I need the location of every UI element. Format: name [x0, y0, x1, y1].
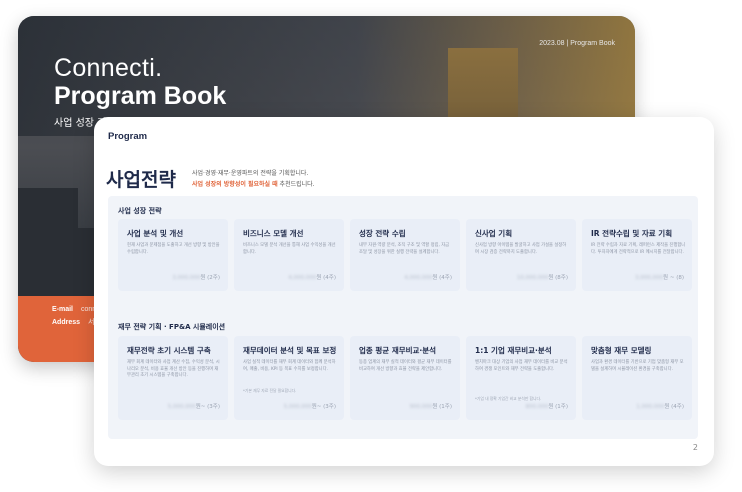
service-card-title: 업종 평균 재무비교·분석 — [359, 346, 437, 355]
cover-title-line2: Program Book — [54, 82, 227, 110]
service-card[interactable]: IR 전략수립 및 자료 기획 IR 전략 수립과 자료 기획, 레퍼런스 제작… — [582, 219, 692, 291]
finance-cards: 재무전략 초기 시스템 구축 재무 회계 데이터와 사업 계산 수집, 수익성 … — [118, 336, 692, 420]
service-card-title: 맞춤형 재무 모델링 — [591, 346, 652, 355]
service-card[interactable]: 성장 전략 수립 내부 자원·역량 분석, 조직 구조 및 역할 정립, 자금 … — [350, 219, 460, 291]
cover-title-line1: Connecti. — [54, 54, 163, 82]
service-card-title: IR 전략수립 및 자료 기획 — [591, 229, 673, 238]
service-card[interactable]: 신사업 기획 신사업 방향 아이템을 발굴하고 사업 가설을 설정하며 시장 검… — [466, 219, 576, 291]
service-card-price: 5,000,000원~ (3주) — [283, 404, 336, 410]
service-card-desc: 벤치마크 대상 기업의 사업 재무 데이터를 비교 분석하여 경쟁 포인트와 재… — [475, 360, 568, 372]
service-card-title: 신사업 기획 — [475, 229, 513, 238]
page-header: Program — [108, 131, 148, 142]
service-card-price: 900,000원 (1주) — [409, 404, 452, 410]
service-card-price: 3,000,000원 ~ (8) — [635, 275, 684, 281]
service-card-desc: 현재 사업과 문제점을 도출하고 개선 방향 및 방안을 수립합니다. — [127, 243, 220, 255]
service-card[interactable]: 맞춤형 재무 모델링 사업과 환경 데이터를 기반으로 기업 맞춤형 재무 모델… — [582, 336, 692, 420]
service-card[interactable]: 비즈니스 모델 개선 비즈니스 모델 분석 개선을 통해 사업 수익성을 개선합… — [234, 219, 344, 291]
page-number: 2 — [692, 443, 698, 452]
page-title: 사업전략 — [106, 169, 176, 191]
service-card-title: 비즈니스 모델 개선 — [243, 229, 304, 238]
service-card[interactable]: 1:1 기업 재무비교·분석 벤치마크 대상 기업의 사업 재무 데이터를 비교… — [466, 336, 576, 420]
section-title-growth: 사업 성장 전략 — [118, 207, 162, 215]
section-title-finance: 재무 전략 기획 · FP&A 시뮬레이션 — [118, 323, 226, 331]
service-card-desc: 사업 실적 데이터를 재무 회계 데이터와 함께 분석하여, 매출, 비용, K… — [243, 360, 336, 372]
service-card-price: 1,000,000원 (4주) — [636, 404, 684, 410]
service-card[interactable]: 사업 분석 및 개선 현재 사업과 문제점을 도출하고 개선 방향 및 방안을 … — [118, 219, 228, 291]
service-card-desc: 재무 회계 데이터와 사업 계산 수집, 수익성 분석, 시나리오 분석, 비용… — [127, 360, 220, 378]
service-card[interactable]: 재무전략 초기 시스템 구축 재무 회계 데이터와 사업 계산 수집, 수익성 … — [118, 336, 228, 420]
growth-cards: 사업 분석 및 개선 현재 사업과 문제점을 도출하고 개선 방향 및 방안을 … — [118, 219, 692, 291]
service-card-title: 재무전략 초기 시스템 구축 — [127, 346, 211, 355]
service-card-desc: 비즈니스 모델 분석 개선을 통해 사업 수익성을 개선합니다. — [243, 243, 336, 255]
service-card-title: 사업 분석 및 개선 — [127, 229, 184, 238]
cover-building — [18, 188, 78, 298]
page-recommendation: 사업 성장의 방향성이 필요하실 때 추천드립니다. — [192, 181, 315, 188]
cover-contact-email: E-mail conn — [52, 306, 97, 313]
service-card-desc: 내부 자원·역량 분석, 조직 구조 및 역할 정립, 자금 조달 및 성장을 … — [359, 243, 450, 255]
program-page-card: Program 사업전략 사업·경영·재무·운영파트의 전략을 기획합니다. 사… — [94, 117, 714, 466]
service-card[interactable]: 업종 평균 재무비교·분석 동종 업계의 재무 실적 데이터와 평균 재무 데이… — [350, 336, 460, 420]
service-card-note: *기본 재무 자료 전달 필요합니다. — [243, 388, 297, 393]
service-card-price: 5,000,000원~ (3주) — [167, 404, 220, 410]
cover-contact-address: Address 서 — [52, 319, 95, 326]
service-card-price: 4,000,000원 (4주) — [288, 275, 336, 281]
service-card-price: 3,000,000원 (2주) — [172, 275, 220, 281]
service-card-title: 재무데이터 분석 및 목표 보정 — [243, 346, 337, 355]
service-card-title: 1:1 기업 재무비교·분석 — [475, 346, 552, 355]
service-card-desc: 동종 업계의 재무 실적 데이터와 평균 재무 데이터를 비교하여 개선 방향과… — [359, 360, 452, 372]
service-card-price: 10,000,000원 (8주) — [516, 275, 568, 281]
service-card-title: 성장 전략 수립 — [359, 229, 406, 238]
service-card-desc: 사업과 환경 데이터를 기반으로 기업 맞춤형 재무 모델을 설계하며 시뮬레이… — [591, 360, 684, 372]
cover-date: 2023.08 | Program Book — [539, 40, 615, 47]
service-card-price: 4,000,000원 (4주) — [404, 275, 452, 281]
services-panel: 사업 성장 전략 사업 분석 및 개선 현재 사업과 문제점을 도출하고 개선 … — [108, 196, 698, 439]
service-card-desc: IR 전략 수립과 자료 기획, 레퍼런스 제작을 진행합니다. 투자자에게 전… — [591, 243, 686, 255]
service-card[interactable]: 재무데이터 분석 및 목표 보정 사업 실적 데이터를 재무 회계 데이터와 함… — [234, 336, 344, 420]
page-description: 사업·경영·재무·운영파트의 전략을 기획합니다. — [192, 170, 309, 177]
service-card-price: 800,000원 (1주) — [525, 404, 568, 410]
service-card-desc: 신사업 방향 아이템을 발굴하고 사업 가설을 설정하며 시장 검증 전략까지 … — [475, 243, 567, 255]
